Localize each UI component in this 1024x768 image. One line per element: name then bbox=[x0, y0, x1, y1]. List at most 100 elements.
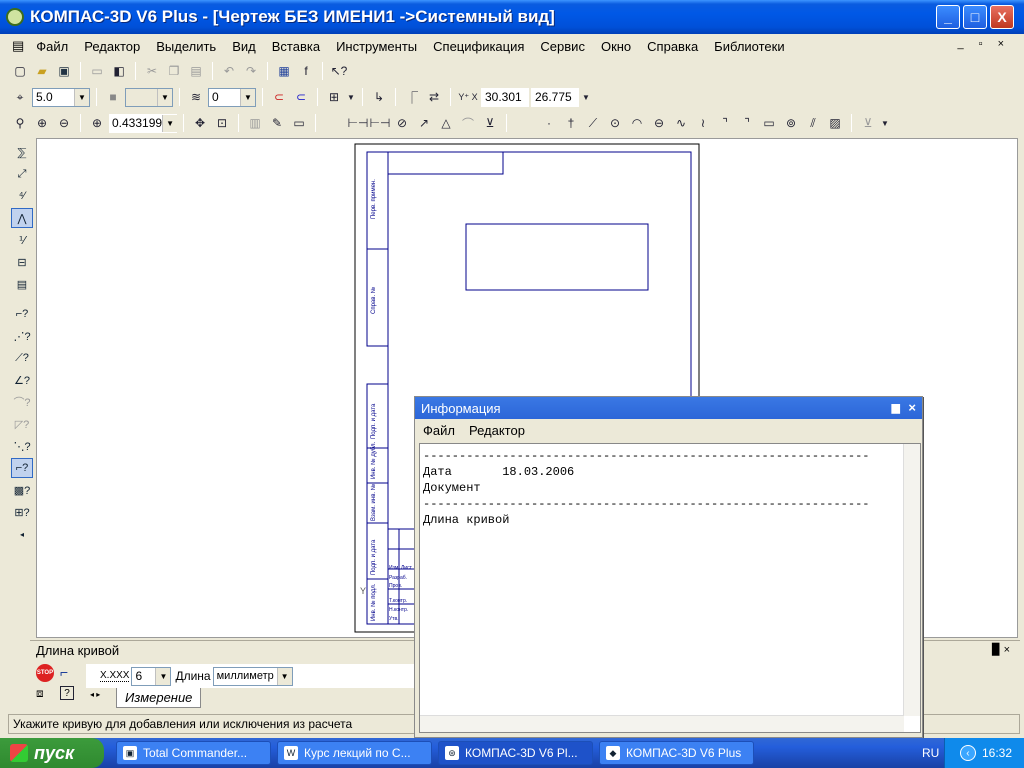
info-menu-edit[interactable]: Редактор bbox=[469, 423, 525, 438]
new-document-icon[interactable]: ▢ bbox=[10, 61, 30, 81]
menu-tools[interactable]: Инструменты bbox=[328, 39, 425, 54]
tab-scroll-arrows[interactable]: ◂ ▸ bbox=[90, 690, 100, 699]
local-snap-icon[interactable]: ⊂ bbox=[291, 87, 311, 107]
vertical-scrollbar[interactable] bbox=[903, 444, 920, 716]
tray-arrow-icon[interactable]: ‹ bbox=[959, 745, 976, 761]
curve-length-icon[interactable]: ⌐? bbox=[11, 458, 33, 478]
layers-icon[interactable]: ≋ bbox=[186, 87, 206, 107]
chevron-down-icon[interactable]: ▼ bbox=[346, 87, 356, 107]
refresh-icon[interactable]: ▥ bbox=[245, 113, 265, 133]
fillet-icon[interactable]: ⌝ bbox=[737, 113, 757, 133]
chevron-down-icon[interactable]: ▼ bbox=[162, 114, 177, 132]
curve-distance-icon[interactable]: ⟋? bbox=[11, 348, 33, 368]
redo-icon[interactable]: ↷ bbox=[241, 61, 261, 81]
help-pointer-icon[interactable]: ↖? bbox=[329, 61, 349, 81]
pin-icon[interactable]: ▉ × bbox=[992, 643, 1010, 656]
linear-dimension-icon[interactable]: ⊢⊣ bbox=[348, 113, 369, 133]
insert-icon[interactable]: ⊻ bbox=[858, 113, 878, 133]
area-icon[interactable]: ▩? bbox=[11, 480, 33, 500]
designations-panel-icon[interactable]: ⁴⁄ bbox=[11, 186, 33, 206]
task-kompas-1[interactable]: ⊛ КОМПАС-3D V6 Pl... bbox=[438, 741, 593, 765]
radial-dimension-icon[interactable]: ⊘ bbox=[392, 113, 412, 133]
menu-edit[interactable]: Редактор bbox=[76, 39, 148, 54]
menu-insert[interactable]: Вставка bbox=[264, 39, 328, 54]
chevron-down-icon[interactable]: ▼ bbox=[240, 88, 255, 106]
draw-icon[interactable]: ✎ bbox=[267, 113, 287, 133]
print-icon[interactable]: ▭ bbox=[87, 61, 107, 81]
fill-icon[interactable]: ▨ bbox=[825, 113, 845, 133]
ortho-icon[interactable]: ⎾ bbox=[402, 87, 422, 107]
menu-help[interactable]: Справка bbox=[639, 39, 706, 54]
pin-icon[interactable]: ▆ bbox=[892, 401, 900, 414]
horizontal-scrollbar[interactable] bbox=[420, 715, 904, 732]
close-button[interactable]: X bbox=[990, 5, 1014, 29]
menu-service[interactable]: Сервис bbox=[532, 39, 593, 54]
geometry-panel-icon[interactable]: ⅀ bbox=[11, 142, 33, 162]
start-button[interactable]: пуск bbox=[0, 738, 104, 768]
chevron-down-icon[interactable]: ▼ bbox=[155, 667, 171, 685]
save-icon[interactable]: ▣ bbox=[54, 61, 74, 81]
arc-dimension-icon[interactable]: ⌒ bbox=[458, 113, 478, 133]
unit-combo[interactable]: миллиметр ▼ bbox=[212, 666, 293, 686]
mass-measure-icon[interactable]: ⋱? bbox=[11, 436, 33, 456]
precision-combo[interactable]: 6 ▼ bbox=[131, 666, 172, 686]
paste-icon[interactable]: ▤ bbox=[186, 61, 206, 81]
language-indicator[interactable]: RU bbox=[922, 746, 939, 760]
chevron-down-icon[interactable]: ▼ bbox=[276, 667, 292, 685]
point-icon[interactable]: · bbox=[539, 113, 559, 133]
chevron-down-icon[interactable]: ▼ bbox=[74, 88, 89, 106]
chevron-down-icon[interactable]: ▼ bbox=[880, 113, 890, 133]
task-total-commander[interactable]: ▣ Total Commander... bbox=[116, 741, 271, 765]
round-icon[interactable]: ⇄ bbox=[424, 87, 444, 107]
snap-magnet-icon[interactable]: ⊂ bbox=[269, 87, 289, 107]
area-measure-icon[interactable]: ◸? bbox=[11, 414, 33, 434]
show-all-icon[interactable]: ⊡ bbox=[212, 113, 232, 133]
zoom-scale-icon[interactable]: ⊕ bbox=[87, 113, 107, 133]
equidistant-icon[interactable]: ⊚ bbox=[781, 113, 801, 133]
menu-view[interactable]: Вид bbox=[224, 39, 264, 54]
document-icon[interactable]: ▤ bbox=[8, 38, 28, 54]
editing-panel-icon[interactable]: ⋀ bbox=[11, 208, 33, 228]
apply-icon[interactable]: ⧈ bbox=[36, 686, 44, 701]
menu-specification[interactable]: Спецификация bbox=[425, 39, 532, 54]
coord-y-field[interactable]: 26.775 bbox=[531, 87, 579, 107]
stop-icon[interactable]: STOP bbox=[36, 664, 54, 682]
maximize-button[interactable]: □ bbox=[963, 5, 987, 29]
clock[interactable]: 16:32 bbox=[982, 746, 1012, 760]
zoom-window-icon[interactable]: ⚲ bbox=[10, 113, 30, 133]
minimize-button[interactable]: _ bbox=[936, 5, 960, 29]
diameter-dimension-icon[interactable]: ↗ bbox=[414, 113, 434, 133]
coord-x-field[interactable]: 30.301 bbox=[481, 87, 529, 107]
variables-icon[interactable]: ▦ bbox=[274, 61, 294, 81]
chamfer-icon[interactable]: ⌝ bbox=[715, 113, 735, 133]
angle-measure-icon[interactable]: ∠? bbox=[11, 370, 33, 390]
layer-combo[interactable]: 0 ▼ bbox=[208, 87, 256, 107]
point-distance-icon[interactable]: ⋰? bbox=[11, 326, 33, 346]
document-window-controls[interactable]: _ ▫ × bbox=[957, 38, 1010, 50]
dimensions-panel-icon[interactable]: ⤢ bbox=[11, 164, 33, 184]
mcx-icon[interactable]: ⊞? bbox=[11, 502, 33, 522]
function-icon[interactable]: f bbox=[296, 61, 316, 81]
chevron-down-icon[interactable]: ▼ bbox=[581, 87, 591, 107]
open-folder-icon[interactable]: ▰ bbox=[32, 61, 52, 81]
circle-icon[interactable]: ⊙ bbox=[605, 113, 625, 133]
step-combo[interactable]: 5.0 ▼ bbox=[32, 87, 90, 107]
grid-icon[interactable]: ⊞ bbox=[324, 87, 344, 107]
hatch-icon[interactable]: ⫽ bbox=[803, 113, 823, 133]
pan-icon[interactable]: ✥ bbox=[190, 113, 210, 133]
info-menu-file[interactable]: Файл bbox=[423, 423, 455, 438]
zoom-in-icon[interactable]: ⊕ bbox=[32, 113, 52, 133]
rectangle-icon[interactable]: ▭ bbox=[759, 113, 779, 133]
undo-icon[interactable]: ↶ bbox=[219, 61, 239, 81]
local-coords-icon[interactable]: ↳ bbox=[369, 87, 389, 107]
expand-panel-icon[interactable]: ◂ bbox=[11, 524, 33, 544]
copy-icon[interactable]: ❐ bbox=[164, 61, 184, 81]
select-curve-icon[interactable]: ⌐ bbox=[60, 664, 68, 680]
arc-icon[interactable]: ◠ bbox=[627, 113, 647, 133]
tab-measurement[interactable]: Измерение bbox=[116, 688, 202, 708]
select-panel-icon[interactable]: ▤ bbox=[11, 274, 33, 294]
window-icon[interactable]: ▭ bbox=[289, 113, 309, 133]
arc-length-icon[interactable]: ⌒? bbox=[11, 392, 33, 412]
ellipse-icon[interactable]: ⊖ bbox=[649, 113, 669, 133]
menu-window[interactable]: Окно bbox=[593, 39, 639, 54]
